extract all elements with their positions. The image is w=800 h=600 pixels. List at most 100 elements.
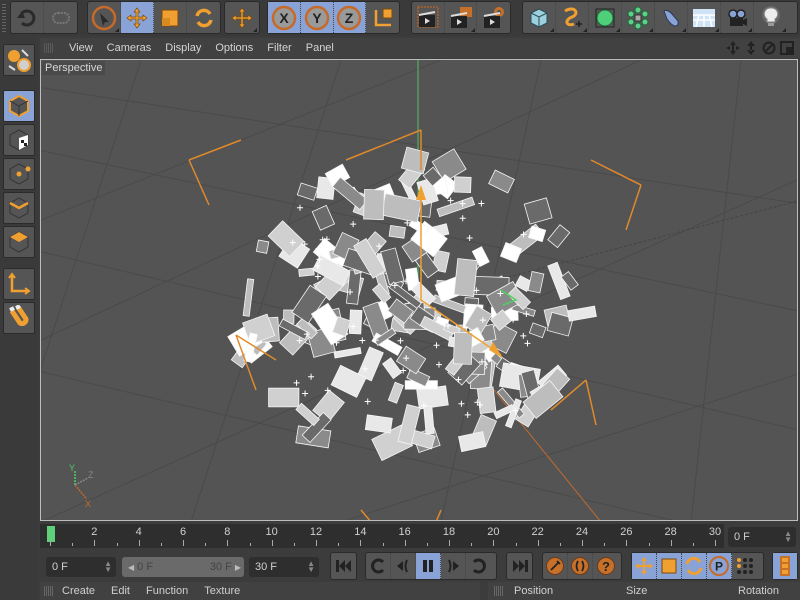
keyframe-selection-button[interactable]: ? (593, 553, 618, 579)
render-settings-button[interactable] (477, 2, 510, 33)
spinner-icon[interactable]: ▲ ▼ (104, 560, 112, 574)
viewport-nav-icons (726, 41, 794, 55)
subdivision-surface-button[interactable] (589, 2, 622, 33)
rotate-button[interactable] (187, 2, 220, 33)
snap-button[interactable] (3, 302, 35, 334)
clone-axis-marker (520, 332, 527, 339)
current-frame-field[interactable]: 0 F ▲ ▼ (728, 527, 796, 547)
material-menu-texture[interactable]: Texture (204, 585, 240, 597)
record-scale-button[interactable] (657, 553, 682, 579)
end-frame-field[interactable]: 30 F ▲ ▼ (249, 557, 319, 577)
layout-toggle-icon[interactable] (780, 41, 794, 55)
live-selection-icon (91, 5, 117, 30)
goto-next-key-button[interactable] (466, 553, 491, 579)
timeline-tick-label: 20 (487, 526, 500, 538)
perspective-viewport[interactable]: Y X Z Perspective (40, 59, 798, 521)
timeline-tick-label: 26 (620, 526, 633, 538)
scale-button[interactable] (154, 2, 187, 33)
coord-panel-grip[interactable] (494, 586, 504, 596)
record-active-objects-button[interactable] (543, 553, 568, 579)
points-mode-button[interactable] (3, 158, 35, 190)
spline-pen-icon (564, 7, 582, 27)
zoom-view-icon[interactable] (744, 41, 758, 55)
menu-display[interactable]: Display (158, 42, 208, 54)
menu-options[interactable]: Options (208, 42, 260, 54)
material-panel-grip[interactable] (44, 586, 54, 596)
redo-button[interactable] (44, 2, 77, 33)
record-parameter-button[interactable]: P (707, 553, 732, 579)
light-button[interactable] (754, 2, 787, 33)
step-back-button[interactable] (391, 553, 416, 579)
y-axis-lock-button[interactable]: Y (300, 2, 334, 33)
render-to-picture-viewer-button[interactable] (445, 2, 478, 33)
timeline-tick-label: 12 (309, 526, 323, 538)
menu-filter[interactable]: Filter (260, 42, 298, 54)
spline-button[interactable] (556, 2, 589, 33)
toolbar-grip[interactable] (2, 4, 6, 32)
mode-palette (0, 36, 38, 600)
pan-icon[interactable] (726, 41, 740, 55)
deformer-bend-icon (663, 9, 679, 27)
step-forward-button[interactable] (441, 553, 466, 579)
goto-end-button[interactable] (507, 553, 532, 579)
model-mode-button[interactable] (3, 90, 35, 122)
menu-panel[interactable]: Panel (299, 42, 341, 54)
goto-prev-key-button[interactable] (366, 553, 391, 579)
undo-button[interactable] (11, 2, 44, 33)
polygons-mode-button[interactable] (3, 226, 35, 258)
timeline-tick-label: 28 (664, 526, 677, 538)
light-icon (761, 5, 780, 26)
deformer-button[interactable] (655, 2, 688, 33)
goto-start-button[interactable] (331, 553, 356, 579)
x-axis-lock-button[interactable]: X (268, 2, 301, 33)
render-view-button[interactable] (412, 2, 445, 33)
viewport-grip[interactable] (44, 43, 54, 53)
material-manager-header: Create Edit Function Texture (40, 582, 480, 600)
material-menu-create[interactable]: Create (62, 585, 95, 597)
orbit-icon[interactable] (762, 41, 776, 55)
gizmo-y-label: Y (69, 463, 75, 473)
timeline-tick (604, 543, 606, 546)
cube-object-button[interactable] (523, 2, 556, 33)
axis-mode-button[interactable] (3, 268, 35, 300)
record-position-icon (635, 557, 653, 575)
pause-button[interactable] (416, 553, 441, 579)
timeline-ruler[interactable]: 2 4 6 8 10 12 14 16 18 20 22 24 26 28 30 (40, 524, 724, 548)
range-right-arrow-icon[interactable]: ▶ (235, 563, 241, 572)
coordinate-system-button[interactable] (366, 2, 399, 33)
playback-group (365, 552, 497, 580)
camera-button[interactable] (721, 2, 754, 33)
material-menu-function[interactable]: Function (146, 585, 188, 597)
timeline-tick-label: 18 (442, 526, 456, 538)
material-menu-edit[interactable]: Edit (111, 585, 130, 597)
menu-cameras[interactable]: Cameras (100, 42, 159, 54)
edges-mode-button[interactable] (3, 192, 35, 224)
record-position-button[interactable] (632, 553, 657, 579)
timeline-tick (559, 543, 561, 546)
menu-view[interactable]: View (62, 42, 100, 54)
make-editable-button[interactable] (3, 44, 35, 76)
spinner-icon[interactable]: ▲ ▼ (784, 530, 792, 544)
interpolation-scheme-button[interactable] (773, 553, 797, 579)
range-left-arrow-icon[interactable]: ◀ (128, 563, 134, 572)
cloner-button[interactable] (622, 2, 655, 33)
range-slider[interactable]: ◀ 0 F 30 F ▶ (122, 557, 244, 577)
spinner-icon[interactable]: ▲ ▼ (307, 560, 315, 574)
move-button[interactable] (121, 2, 154, 33)
z-axis-lock-button[interactable]: Z (333, 2, 367, 33)
edges-mode-icon (9, 197, 29, 219)
recent-move-tool-button[interactable] (225, 2, 258, 33)
playhead[interactable] (47, 526, 55, 542)
record-rotation-button[interactable] (682, 553, 707, 579)
recent-tool-group (224, 1, 260, 34)
live-selection-button[interactable] (88, 2, 121, 33)
record-point-level-button[interactable] (732, 553, 757, 579)
texture-mode-button[interactable] (3, 124, 35, 156)
cloner-objects[interactable] (227, 146, 597, 462)
environment-button[interactable] (688, 2, 721, 33)
autokeying-button[interactable] (568, 553, 593, 579)
start-frame-field[interactable]: 0 F ▲ ▼ (46, 557, 116, 577)
timeline-tick (648, 543, 650, 546)
make-editable-icon (8, 49, 31, 72)
step-forward-icon (448, 559, 459, 573)
